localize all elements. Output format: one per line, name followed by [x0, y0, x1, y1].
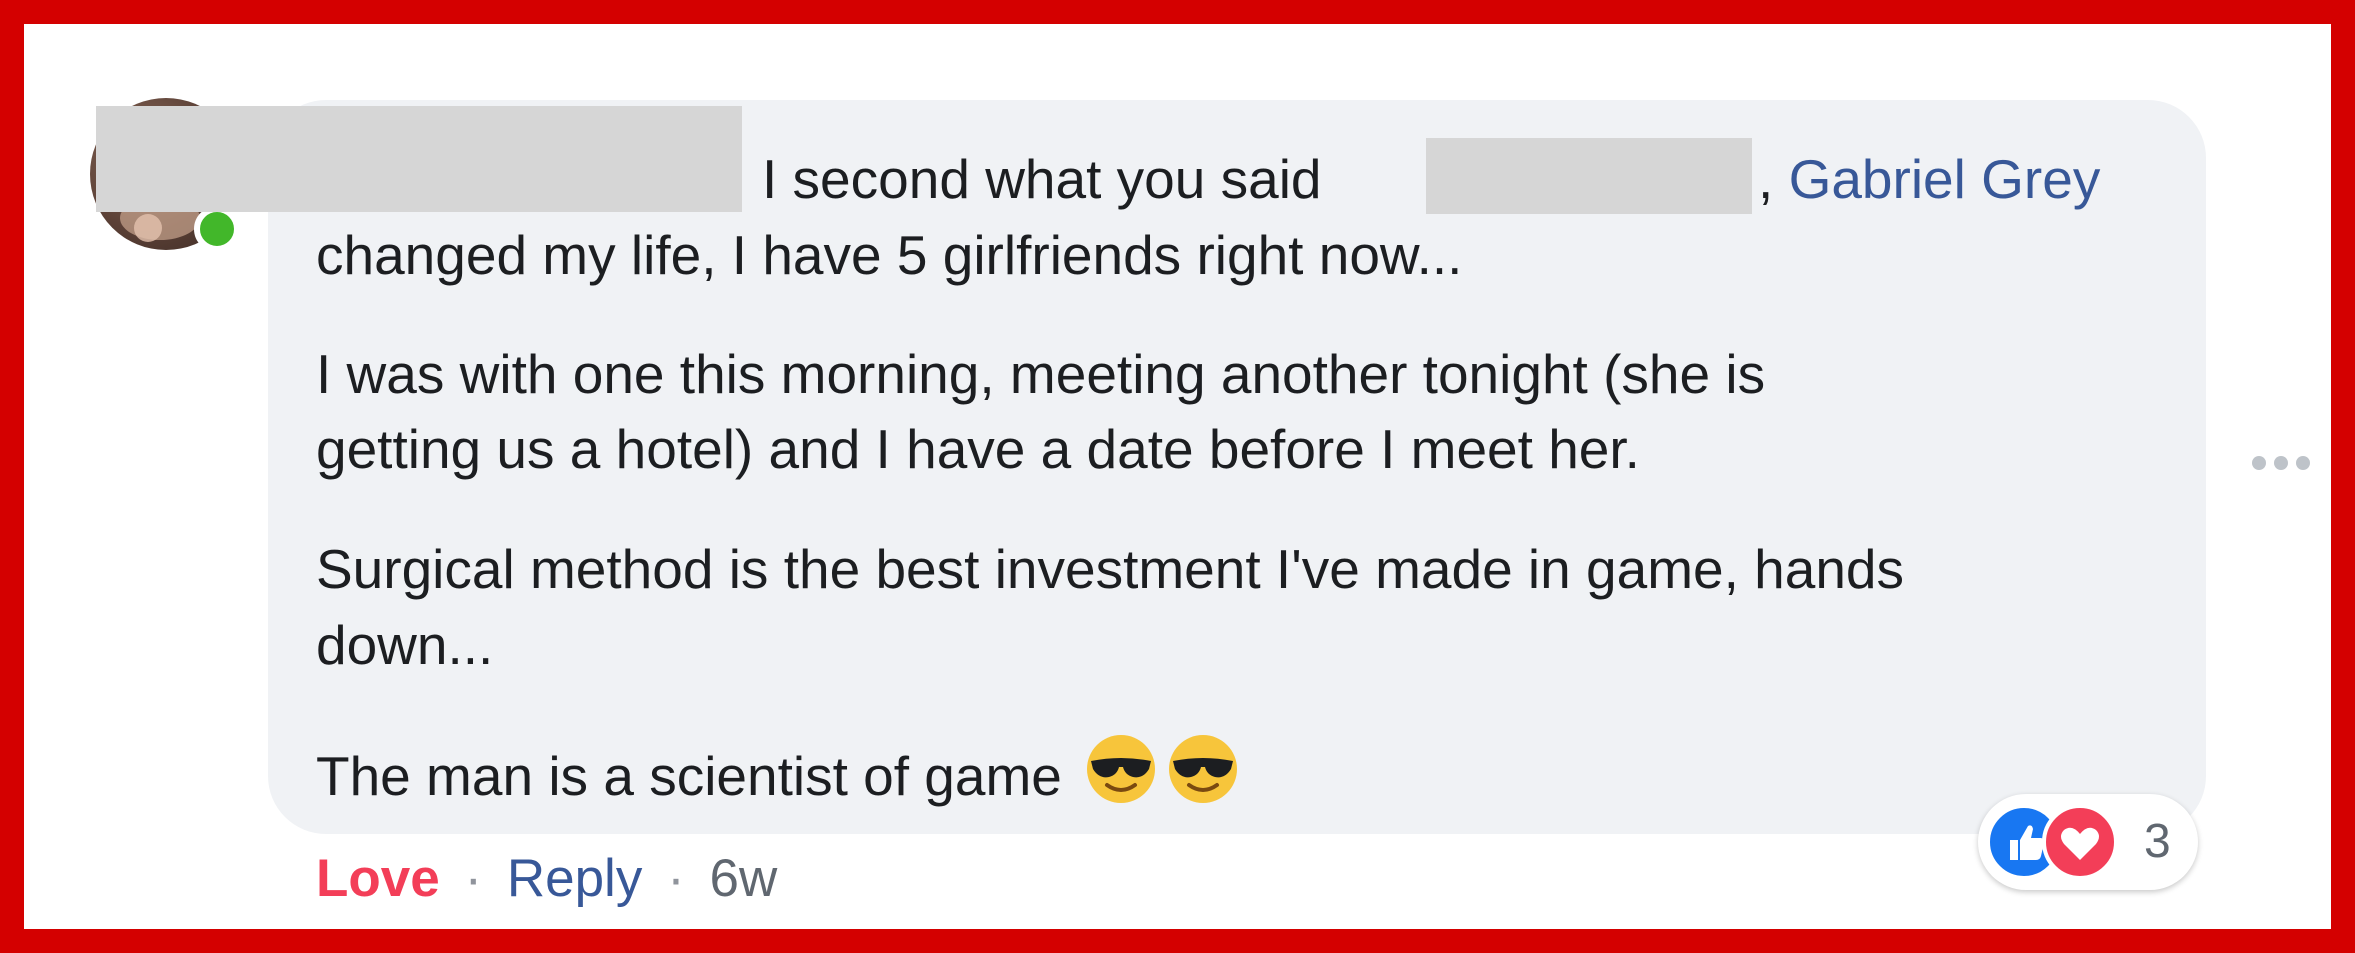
- comment-text-final: The man is a scientist of game: [316, 745, 1062, 807]
- comment-line-5: Surgical method is the best investment I…: [316, 538, 1905, 600]
- love-icon: [2042, 804, 2118, 880]
- separator: ·: [667, 849, 685, 908]
- sunglasses-emoji-icon: [1165, 731, 1241, 821]
- reactions-summary[interactable]: 3: [1978, 794, 2198, 890]
- online-status-indicator: [194, 206, 240, 252]
- mention-link-gabriel-grey[interactable]: Gabriel Grey: [1789, 148, 2101, 210]
- separator: ·: [464, 849, 483, 908]
- redacted-mention: [1426, 138, 1752, 214]
- comment-line-4: getting us a hotel) and I have a date be…: [316, 418, 1640, 480]
- comment-line-1: I second what you said: [762, 146, 1322, 212]
- comment-line-2: changed my life, I have 5 girlfriends ri…: [316, 224, 1463, 286]
- comment-actions: Love · Reply · 6w: [316, 844, 777, 914]
- screenshot-frame: I second what you said , Gabriel Grey ch…: [0, 0, 2355, 953]
- comment-line-1-end: , Gabriel Grey: [1758, 146, 2100, 212]
- reaction-count: 3: [2144, 815, 2171, 868]
- comment-text: I second what you said: [762, 148, 1322, 210]
- love-reaction-button[interactable]: Love: [316, 849, 440, 908]
- sunglasses-emoji-icon: [1083, 731, 1159, 821]
- comment-age-timestamp[interactable]: 6w: [709, 849, 777, 908]
- comment-line-6: down...: [316, 614, 494, 676]
- more-options-icon[interactable]: [2252, 456, 2310, 470]
- redacted-author-name: [96, 106, 742, 212]
- comment-line-3: I was with one this morning, meeting ano…: [316, 343, 1766, 405]
- reply-button[interactable]: Reply: [507, 849, 643, 908]
- comma-text: ,: [1758, 148, 1774, 210]
- comment-line-7: The man is a scientist of game: [316, 731, 1241, 821]
